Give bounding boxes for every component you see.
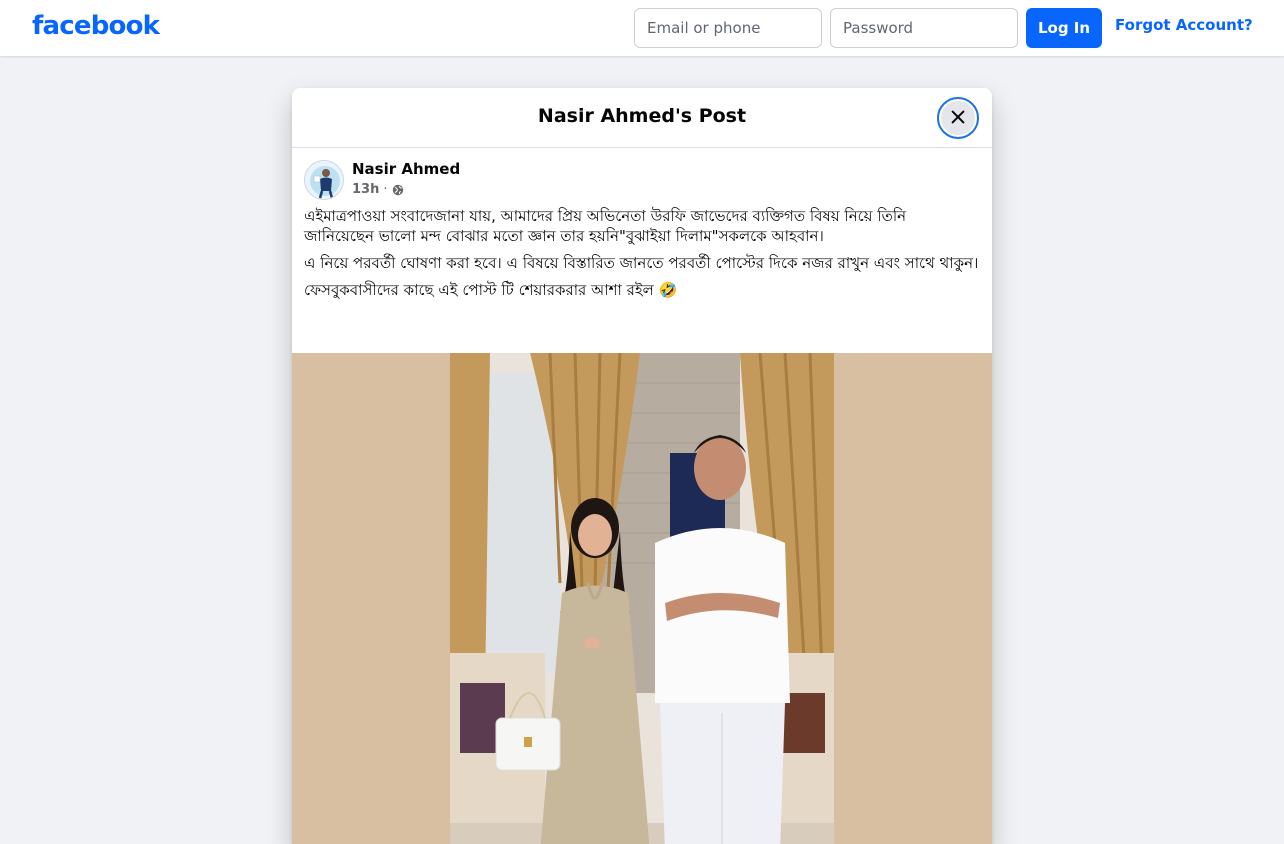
post-dialog: Nasir Ahmed's Post Nasir Ahmed 13h · এইম…	[292, 88, 992, 844]
author-avatar[interactable]	[304, 160, 344, 200]
post-photo[interactable]	[450, 353, 834, 844]
dialog-title: Nasir Ahmed's Post	[537, 105, 747, 127]
close-icon	[949, 108, 967, 129]
post-paragraph-2: এ নিয়ে পরবর্তী ঘোষণা করা হবে। এ বিষয়ে …	[304, 254, 979, 272]
globe-icon	[392, 184, 404, 196]
password-input[interactable]	[830, 8, 1018, 48]
facebook-logo[interactable]: facebook	[32, 11, 160, 41]
post-meta: 13h ·	[352, 182, 404, 197]
post-body-text: এইমাত্রপাওয়া সংবাদে⁠জানা যায়, আমাদের প…	[304, 206, 980, 307]
dialog-header: Nasir Ahmed's Post	[292, 88, 992, 148]
close-button[interactable]	[937, 97, 979, 139]
log-in-button[interactable]: Log In	[1026, 8, 1102, 48]
post-photo-container	[292, 353, 992, 844]
author-name[interactable]: Nasir Ahmed	[352, 160, 460, 178]
post-paragraph-1: এইমাত্রপাওয়া সংবাদে⁠জানা যায়, আমাদের প…	[304, 207, 907, 245]
post-author-row: Nasir Ahmed 13h ·	[304, 160, 980, 202]
meta-separator: ·	[383, 182, 388, 197]
post-timestamp[interactable]: 13h	[352, 182, 379, 197]
top-navigation-bar: facebook Log In Forgot Account?	[0, 0, 1284, 56]
email-or-phone-input[interactable]	[634, 8, 822, 48]
post-paragraph-3: ফেসবুকবাসীদের কাছে এই পোস্ট টি শেয়ারকরা…	[304, 281, 678, 299]
forgot-account-link[interactable]: Forgot Account?	[1115, 16, 1253, 34]
